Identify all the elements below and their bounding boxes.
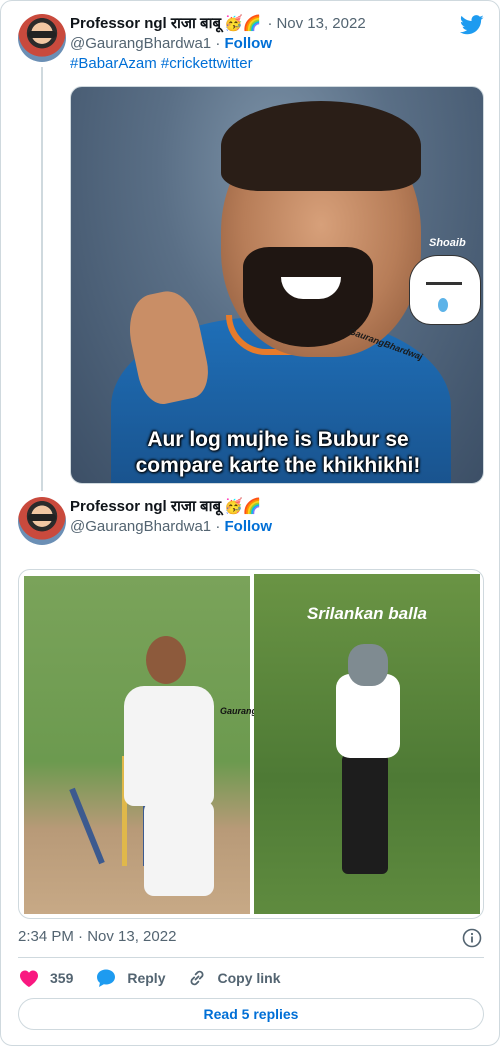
batsman-panel: Gaurangbhardwa1 bbox=[24, 576, 299, 914]
author-name[interactable]: Professor ngl राजा बाबू bbox=[70, 497, 221, 517]
tweet2-name-line: Professor ngl राजा बाबू 🥳🌈 bbox=[70, 497, 272, 517]
date-separator: · bbox=[267, 15, 273, 32]
caption-line-2: compare karte the khikhikhi! bbox=[135, 454, 421, 477]
corner-label: Shoaib bbox=[429, 237, 466, 249]
name-emojis: 🥳🌈 bbox=[224, 15, 262, 32]
crying-face-icon bbox=[409, 255, 481, 325]
name-emojis: 🥳🌈 bbox=[224, 498, 262, 515]
info-icon[interactable] bbox=[462, 928, 482, 948]
reply-button[interactable]: Reply bbox=[95, 968, 165, 988]
tweet2-meta: Professor ngl राजा बाबू 🥳🌈 @GaurangBhard… bbox=[70, 497, 272, 537]
tweet2-image[interactable]: Gaurangbhardwa1 Srilankan balla bbox=[18, 569, 484, 919]
reply-label: Reply bbox=[127, 970, 166, 986]
batsman-head bbox=[146, 636, 186, 684]
follow-button[interactable]: Follow bbox=[225, 518, 273, 535]
bowler-body bbox=[336, 674, 400, 758]
tweet-date[interactable]: Nov 13, 2022 bbox=[276, 14, 365, 34]
bowler-legs bbox=[342, 754, 388, 874]
bowler-panel: Srilankan balla bbox=[254, 574, 480, 914]
follow-separator: · bbox=[215, 518, 221, 535]
tweet1-meta: Professor ngl राजा बाबू 🥳🌈 · Nov 13, 202… bbox=[70, 14, 366, 54]
tweet2-header: Professor ngl राजा बाबू 🥳🌈 @GaurangBhard… bbox=[18, 497, 272, 545]
avatar[interactable] bbox=[18, 14, 66, 62]
author-name[interactable]: Professor ngl राजा बाबू bbox=[70, 14, 221, 34]
batsman-legs bbox=[144, 801, 214, 896]
avatar[interactable] bbox=[18, 497, 66, 545]
panel-label: Srilankan balla bbox=[307, 604, 427, 623]
tweet1-image[interactable]: Shoaib GaurangBhardwaj Aur log mujhe is … bbox=[70, 86, 484, 484]
divider bbox=[18, 957, 484, 958]
action-bar: 359 Reply Copy link bbox=[18, 967, 303, 989]
caption-line-1: Aur log mujhe is Bubur se bbox=[147, 428, 409, 451]
author-handle[interactable]: @GaurangBhardwa1 bbox=[70, 518, 211, 535]
embedded-tweet-card: Professor ngl राजा बाबू 🥳🌈 · Nov 13, 202… bbox=[0, 0, 500, 1046]
tweet-timestamp[interactable]: 2:34 PM · Nov 13, 2022 bbox=[18, 927, 176, 947]
copy-link-label: Copy link bbox=[217, 970, 281, 986]
meme-caption: Aur log mujhe is Bubur se compare karte … bbox=[71, 427, 483, 479]
flying-stump bbox=[69, 787, 105, 865]
heart-icon bbox=[20, 970, 38, 987]
hair-shape bbox=[221, 101, 421, 191]
author-handle[interactable]: @GaurangBhardwa1 bbox=[70, 35, 211, 52]
read-replies-button[interactable]: Read 5 replies bbox=[18, 998, 484, 1030]
tweet1-name-line: Professor ngl राजा बाबू 🥳🌈 · Nov 13, 202… bbox=[70, 14, 366, 34]
link-icon bbox=[191, 970, 204, 986]
twitter-logo-icon[interactable] bbox=[460, 15, 484, 35]
copy-link-button[interactable]: Copy link bbox=[187, 968, 281, 988]
like-count: 359 bbox=[50, 970, 74, 986]
tweet1-hashtags[interactable]: #BabarAzam #crickettwitter bbox=[70, 54, 253, 74]
follow-separator: · bbox=[215, 35, 221, 52]
like-button[interactable]: 359 bbox=[18, 968, 73, 988]
tweet1-handle-line: @GaurangBhardwa1 · Follow bbox=[70, 34, 366, 54]
batsman-body bbox=[124, 686, 214, 806]
thread-connector bbox=[41, 67, 43, 491]
reply-bubble-icon bbox=[97, 969, 116, 987]
follow-button[interactable]: Follow bbox=[225, 35, 273, 52]
tweet2-handle-line: @GaurangBhardwa1 · Follow bbox=[70, 517, 272, 537]
bowler-head bbox=[348, 644, 388, 686]
